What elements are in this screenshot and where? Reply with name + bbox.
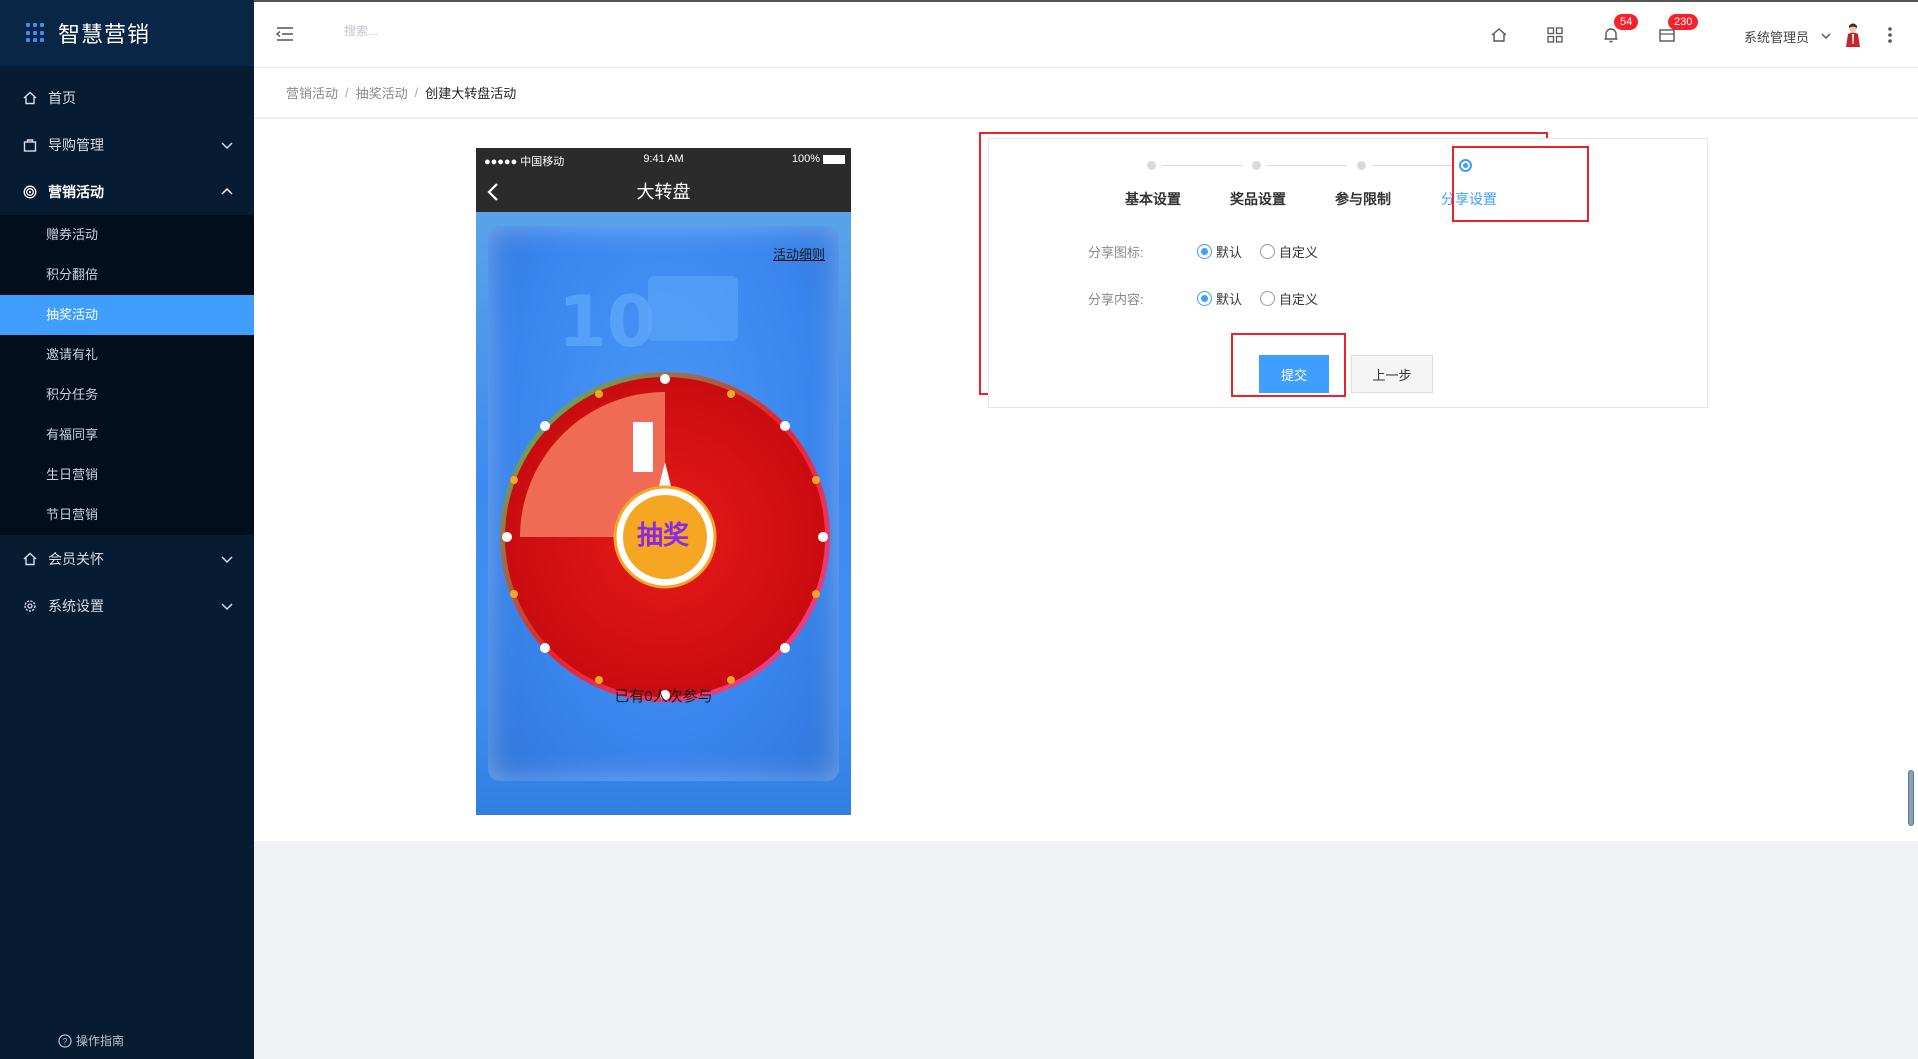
phone-nav-bar: 大转盘 [476, 172, 851, 212]
sidebar-item-label: 营销活动 [48, 183, 104, 200]
messages-badge: 230 [1668, 14, 1699, 30]
submenu-item-points-double[interactable]: 积分翻倍 [0, 255, 254, 295]
submenu-item-lottery[interactable]: 抽奖活动 [0, 295, 254, 335]
share-icon-default-radio[interactable]: 默认 [1197, 242, 1242, 261]
menu-toggle-icon[interactable] [276, 26, 294, 42]
sidebar-item-system-settings[interactable]: 系统设置 [0, 582, 254, 629]
bag-icon [22, 137, 38, 153]
radio-label: 自定义 [1279, 292, 1319, 307]
step-dot [1357, 161, 1366, 170]
chevron-down-icon[interactable] [1820, 30, 1832, 42]
svg-text:10: 10 [558, 281, 655, 363]
chevron-down-icon [221, 556, 233, 564]
search-input[interactable] [344, 24, 544, 38]
battery-indicator: 100% [792, 153, 845, 165]
guide-label: 操作指南 [76, 1034, 125, 1048]
radio-circle [1260, 291, 1275, 306]
topbar: 54 230 系统管理员 [254, 0, 1918, 68]
breadcrumb-separator: / [345, 85, 349, 100]
step-basic[interactable]: 基本设置 [1125, 189, 1181, 209]
sidebar-menu-lower: 会员关怀 系统设置 [0, 535, 254, 629]
main-content: ●●●●● 中国移动 9:41 AM 100% 大转盘 10 活动细则 抽奖 已… [254, 119, 1918, 841]
sidebar-item-guide-management[interactable]: 导购管理 [0, 121, 254, 168]
breadcrumb-item[interactable]: 营销活动 [286, 83, 338, 102]
share-settings-panel: 基本设置 奖品设置 参与限制 分享设置 分享图标: 默认 自定义 分享内容: 默… [988, 138, 1708, 408]
sidebar-item-member-care[interactable]: 会员关怀 [0, 535, 254, 582]
step-prize[interactable]: 奖品设置 [1230, 189, 1286, 209]
help-guide-link[interactable]: ? 操作指南 [58, 1032, 124, 1049]
phone-nav-title: 大转盘 [636, 182, 691, 202]
participants-count: 已有0人次参与 [614, 688, 713, 705]
phone-preview: ●●●●● 中国移动 9:41 AM 100% 大转盘 10 活动细则 抽奖 已… [476, 148, 851, 815]
submenu-item-coupon[interactable]: 赠券活动 [0, 215, 254, 255]
step-dot [1252, 161, 1261, 170]
svg-text:?: ? [62, 1036, 67, 1046]
radio-circle [1197, 291, 1212, 306]
home-icon[interactable] [1490, 26, 1508, 44]
highlight-step [1452, 146, 1589, 222]
wheel-segment-marker [633, 422, 653, 472]
radio-label: 自定义 [1279, 245, 1319, 260]
avatar[interactable] [1842, 22, 1864, 48]
sidebar-menu: 首页 导购管理 营销活动 [0, 74, 254, 215]
highlight-submit [1231, 333, 1346, 397]
breadcrumb-current: 创建大转盘活动 [425, 86, 517, 101]
battery-label: 100% [791, 153, 820, 165]
breadcrumb-separator: / [414, 85, 419, 100]
scrollbar-thumb[interactable] [1908, 770, 1914, 826]
sidebar-item-home[interactable]: 首页 [0, 74, 254, 121]
back-arrow-icon[interactable] [486, 182, 500, 202]
step-line [1162, 165, 1242, 166]
step-line [1372, 165, 1452, 166]
sidebar-item-label: 首页 [48, 89, 76, 106]
notifications-badge: 54 [1614, 14, 1639, 30]
lottery-stage: 10 活动细则 抽奖 已有0人次参与 [476, 212, 851, 815]
sidebar-item-label: 会员关怀 [48, 550, 104, 567]
sidebar-item-marketing[interactable]: 营销活动 [0, 168, 254, 215]
step-limit[interactable]: 参与限制 [1335, 189, 1391, 209]
radio-label: 默认 [1216, 245, 1243, 260]
grid-logo-icon [26, 23, 46, 43]
sidebar-item-label: 系统设置 [48, 597, 104, 614]
draw-button-label[interactable]: 抽奖 [618, 515, 708, 552]
share-icon-label: 分享图标: [1088, 245, 1144, 260]
apps-grid-icon[interactable] [1546, 26, 1564, 44]
share-content-default-radio[interactable]: 默认 [1197, 289, 1242, 308]
marketing-submenu: 赠券活动 积分翻倍 抽奖活动 邀请有礼 积分任务 有福同享 生日营销 节日营销 [0, 215, 254, 535]
submenu-item-points-task[interactable]: 积分任务 [0, 375, 254, 415]
breadcrumb: 营销活动 / 抽奖活动 / 创建大转盘活动 [254, 68, 1918, 118]
share-icon-custom-radio[interactable]: 自定义 [1260, 242, 1318, 261]
submenu-item-birthday[interactable]: 生日营销 [0, 455, 254, 495]
share-content-label: 分享内容: [1088, 292, 1144, 307]
brand-title: 智慧营销 [58, 22, 151, 47]
sidebar: 智慧营销 首页 导购管理 营销活动 赠券活动 积分翻倍 抽奖活动 邀请有礼 积分… [0, 0, 254, 1059]
brand[interactable]: 智慧营销 [0, 0, 254, 66]
submenu-item-invite[interactable]: 邀请有礼 [0, 335, 254, 375]
radio-label: 默认 [1216, 292, 1243, 307]
rules-link[interactable]: 活动细则 [773, 244, 825, 263]
user-name[interactable]: 系统管理员 [1744, 27, 1809, 46]
target-icon [22, 184, 38, 200]
share-content-custom-radio[interactable]: 自定义 [1260, 289, 1318, 308]
phone-status-bar: ●●●●● 中国移动 9:41 AM 100% [476, 148, 851, 172]
previous-step-button[interactable]: 上一步 [1351, 355, 1433, 393]
help-icon: ? [58, 1033, 72, 1048]
step-line [1267, 165, 1347, 166]
breadcrumb-item[interactable]: 抽奖活动 [356, 83, 408, 102]
gear-icon [22, 598, 38, 614]
sidebar-item-label: 导购管理 [48, 136, 104, 153]
radio-circle [1260, 244, 1275, 259]
step-dot [1147, 161, 1156, 170]
chevron-down-icon [221, 603, 233, 611]
more-vertical-icon[interactable] [1887, 26, 1893, 44]
chevron-up-icon [221, 187, 233, 195]
home-icon [22, 90, 38, 106]
battery-icon [823, 154, 845, 164]
home-icon [22, 551, 38, 567]
chevron-down-icon [221, 142, 233, 150]
submenu-item-share-fortune[interactable]: 有福同享 [0, 415, 254, 455]
radio-circle [1197, 244, 1212, 259]
submenu-item-festival[interactable]: 节日营销 [0, 495, 254, 535]
